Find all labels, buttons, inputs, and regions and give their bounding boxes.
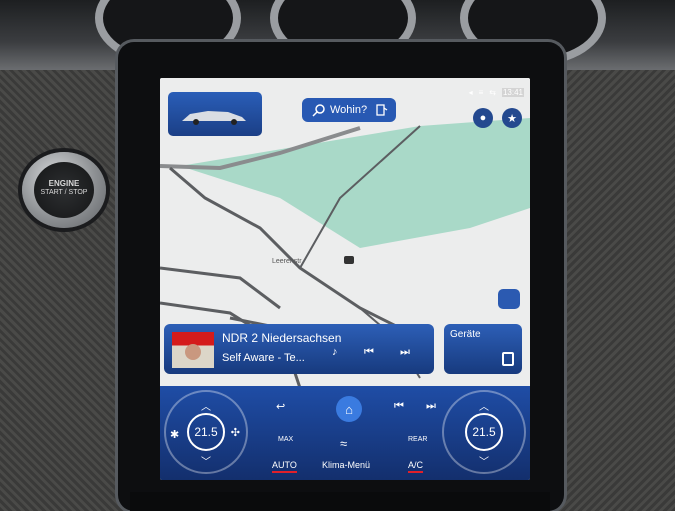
favorites-button[interactable]: ★ xyxy=(502,108,522,128)
search-icon xyxy=(312,104,325,117)
network-icon: ≡ xyxy=(478,88,484,97)
album-art xyxy=(172,332,214,368)
right-temp-up[interactable]: ︿ xyxy=(479,398,489,413)
start-stop-label: START / STOP xyxy=(40,189,88,196)
climate-bar: ︿ 21.5 ﹀ ✱ ✣ ↩ ⌂ ⏮ ⏭ MAX ≈ REAR AUTO Kli… xyxy=(160,386,530,480)
connection-icon: ⇆ xyxy=(489,88,496,97)
profile-button[interactable]: ● xyxy=(473,108,493,128)
home-button[interactable]: ⌂ xyxy=(336,396,362,422)
right-temperature-dial[interactable]: ︿ 21.5 ﹀ xyxy=(442,390,526,474)
air-flow-icon[interactable]: ≈ xyxy=(340,436,347,451)
star-icon: ★ xyxy=(507,112,517,125)
trim-right xyxy=(555,70,675,511)
prev-icon[interactable]: ⏮ xyxy=(394,400,404,413)
center-console xyxy=(130,492,550,511)
status-bar: ◂ ≡ ⇆ 13:41 xyxy=(469,88,524,97)
destination-search-button[interactable]: Wohin? xyxy=(302,98,396,122)
left-temperature: 21.5 xyxy=(187,413,225,451)
phone-icon[interactable]: ♪ xyxy=(332,346,338,358)
engine-start-stop-button[interactable]: ENGINE START / STOP xyxy=(22,152,106,228)
back-icon[interactable]: ↩ xyxy=(276,400,285,413)
search-label: Wohin? xyxy=(330,104,368,116)
rear-defrost-button[interactable]: REAR xyxy=(408,436,427,443)
left-temp-down[interactable]: ﹀ xyxy=(201,453,211,468)
prev-track-button[interactable]: ⏮ xyxy=(364,346,374,359)
devices-card[interactable]: Geräte xyxy=(444,324,522,374)
devices-icon xyxy=(502,352,514,366)
fan-icon[interactable]: ✣ xyxy=(231,426,240,439)
car-icon xyxy=(182,111,246,125)
engine-label: ENGINE xyxy=(48,179,80,188)
car-position-icon xyxy=(344,256,354,264)
signal-icon: ◂ xyxy=(468,88,473,97)
vehicle-tile[interactable] xyxy=(168,92,262,136)
seat-icon[interactable]: ✱ xyxy=(170,428,179,441)
station-name: NDR 2 Niedersachsen xyxy=(222,331,342,345)
auto-button[interactable]: AUTO xyxy=(272,460,297,473)
ac-button[interactable]: A/C xyxy=(408,460,424,473)
clock: 13:41 xyxy=(501,88,524,97)
left-temperature-dial[interactable]: ︿ 21.5 ﹀ ✱ ✣ xyxy=(164,390,248,474)
home-icon: ⌂ xyxy=(345,401,353,417)
climate-menu-button[interactable]: Klima-Menü xyxy=(322,460,370,470)
engine-button-face: ENGINE START / STOP xyxy=(34,162,94,218)
right-temp-down[interactable]: ﹀ xyxy=(479,453,489,468)
infotainment-screen: Leerenstr Wohin? ◂ ≡ ⇆ 13:41 ● ★ NDR 2 N… xyxy=(160,78,530,480)
next-track-button[interactable]: ⏭ xyxy=(400,346,410,359)
media-card[interactable]: NDR 2 Niedersachsen Self Aware - Te... ♪… xyxy=(164,324,434,374)
left-temp-up[interactable]: ︿ xyxy=(201,398,211,413)
next-icon[interactable]: ⏭ xyxy=(426,400,436,413)
map-options-button[interactable] xyxy=(498,289,520,309)
street-label: Leerenstr xyxy=(272,258,302,265)
fuel-icon[interactable] xyxy=(375,103,389,117)
max-defrost-button[interactable]: MAX xyxy=(278,436,293,443)
trim-left xyxy=(0,70,125,511)
track-title: Self Aware - Te... xyxy=(222,352,305,364)
right-temperature: 21.5 xyxy=(465,413,503,451)
devices-label: Geräte xyxy=(450,329,481,340)
profile-icon: ● xyxy=(479,112,487,124)
